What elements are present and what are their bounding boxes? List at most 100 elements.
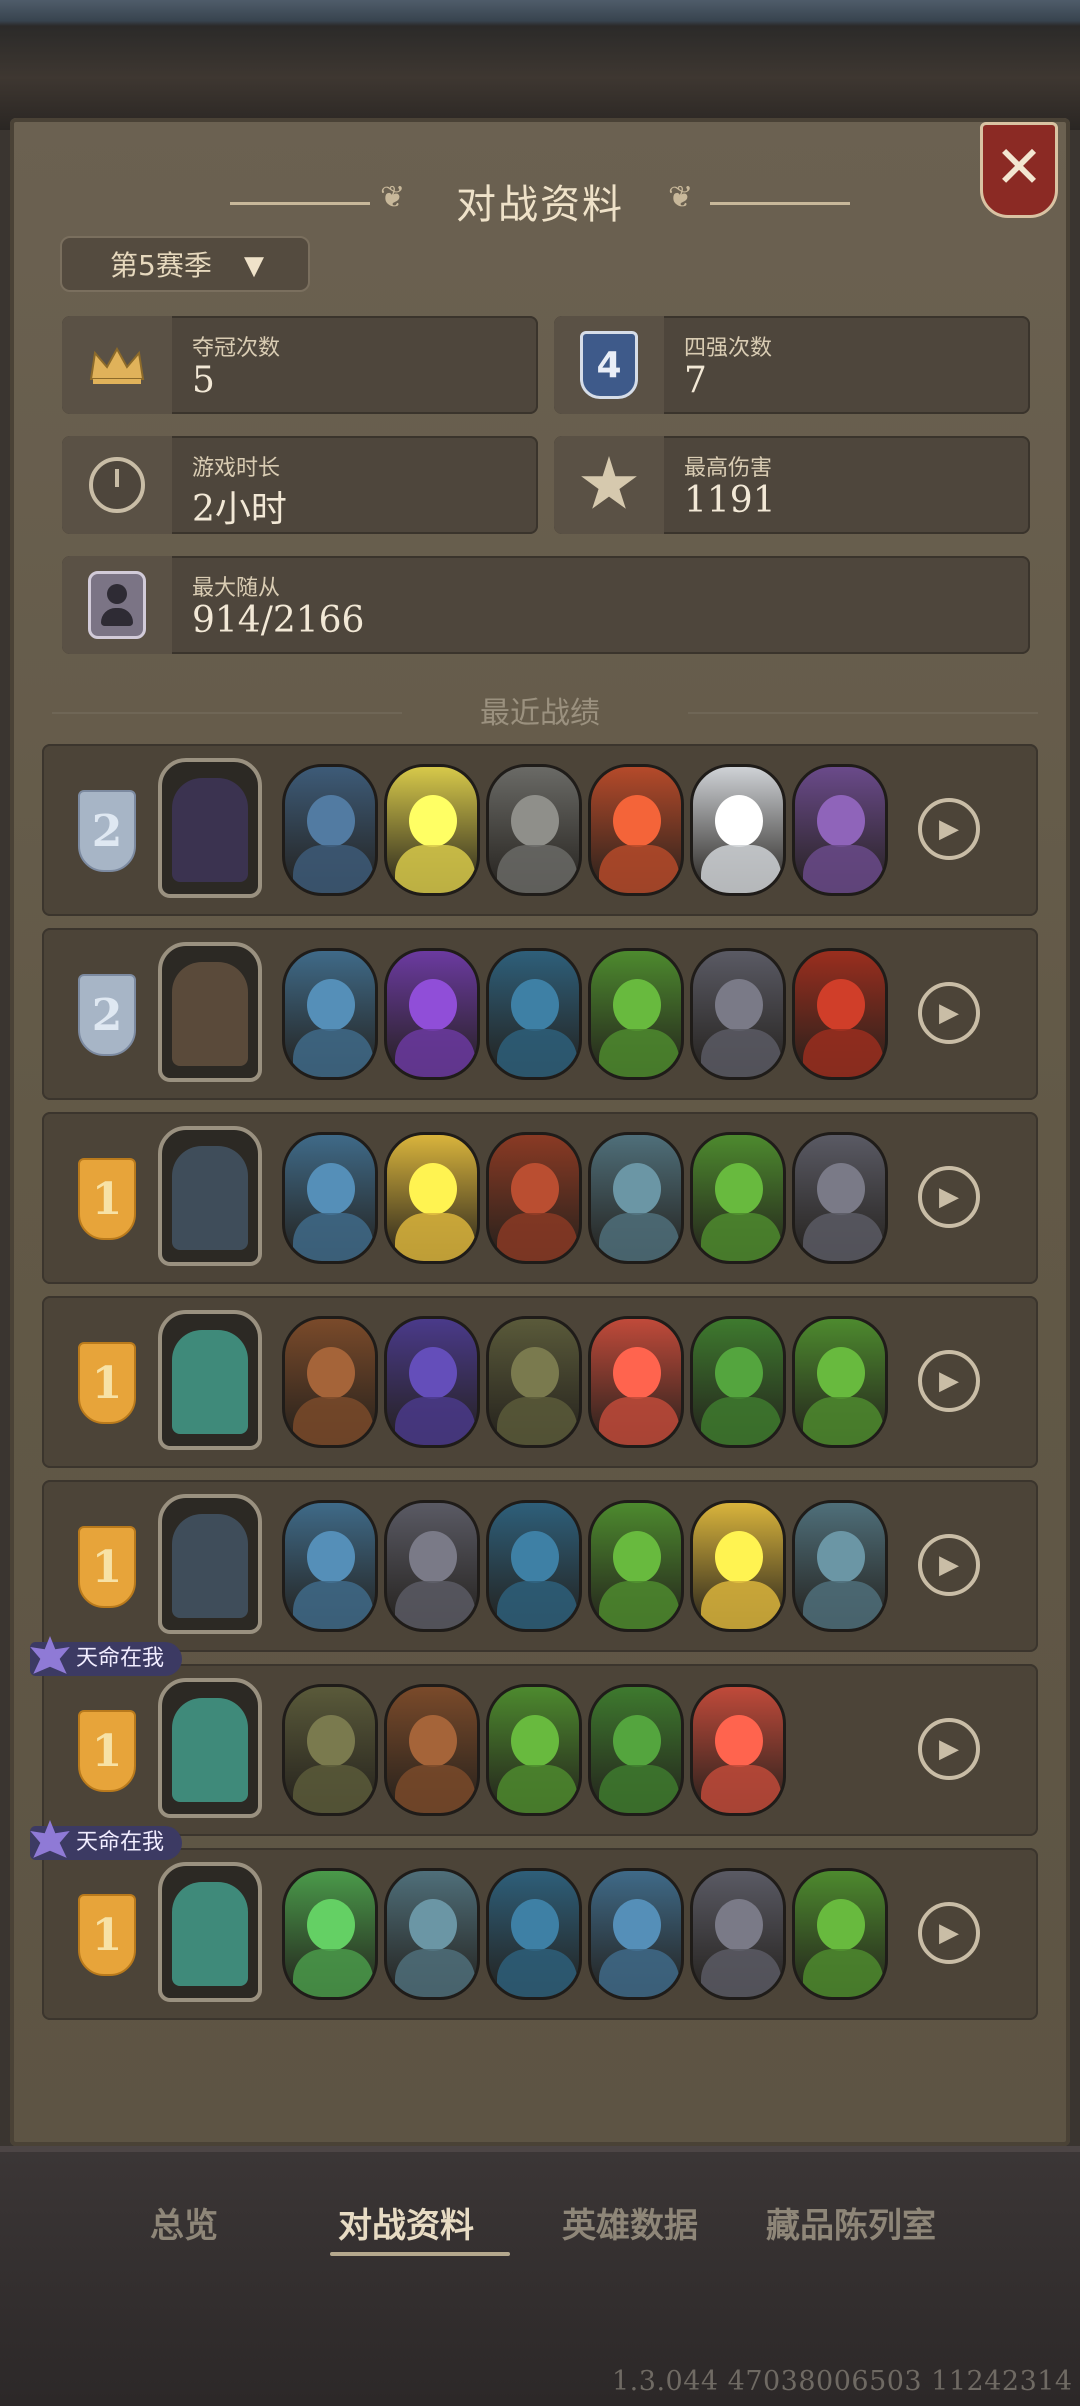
minion-face	[409, 795, 457, 847]
minion-card[interactable]	[690, 1868, 786, 2000]
hero-portrait-image	[172, 1698, 248, 1802]
stat-playtime: 游戏时长 2小时	[62, 436, 538, 534]
minion-card[interactable]	[588, 1316, 684, 1448]
minion-body	[701, 1029, 781, 1077]
hero-portrait[interactable]	[158, 1310, 262, 1450]
rank-badge: 1	[78, 1342, 136, 1424]
minion-card[interactable]	[792, 1500, 888, 1632]
minion-card[interactable]	[282, 948, 378, 1080]
minion-face	[817, 1347, 865, 1399]
minion-card[interactable]	[588, 1684, 684, 1816]
rank-badge: 2	[78, 790, 136, 872]
minion-card[interactable]	[792, 1868, 888, 2000]
minion-card[interactable]	[384, 764, 480, 896]
destiny-tag-label: 天命在我	[76, 1646, 165, 1671]
minion-card[interactable]	[486, 764, 582, 896]
minion-card[interactable]	[792, 1132, 888, 1264]
replay-button[interactable]: ▶	[918, 1902, 980, 1964]
hero-portrait[interactable]	[158, 1862, 262, 2002]
minion-face	[511, 1715, 559, 1767]
minion-card[interactable]	[384, 1316, 480, 1448]
recent-matches-title: 最近战绩	[480, 696, 600, 731]
minion-card[interactable]	[690, 1684, 786, 1816]
minion-card[interactable]	[792, 1316, 888, 1448]
trophy-star-icon	[30, 1636, 70, 1674]
minion-card[interactable]	[792, 948, 888, 1080]
minion-card[interactable]	[486, 1868, 582, 2000]
minion-body	[803, 1213, 883, 1261]
minion-card[interactable]	[690, 1132, 786, 1264]
replay-button[interactable]: ▶	[918, 798, 980, 860]
section-divider-right	[688, 712, 1038, 714]
version-text: 1.3.044 47038006503 11242314	[612, 2366, 1073, 2397]
minion-body	[497, 1949, 577, 1997]
hero-portrait[interactable]	[158, 1494, 262, 1634]
minion-card[interactable]	[588, 1132, 684, 1264]
minion-card[interactable]	[282, 1868, 378, 2000]
hero-portrait[interactable]	[158, 758, 262, 898]
tab-overview[interactable]: 总览	[150, 2198, 218, 2247]
minion-card[interactable]	[486, 948, 582, 1080]
play-icon: ▶	[939, 998, 959, 1028]
match-row: 2 ▶	[42, 928, 1038, 1100]
minion-face	[817, 795, 865, 847]
rank-badge: 1	[78, 1158, 136, 1240]
minion-card[interactable]	[588, 948, 684, 1080]
minion-card[interactable]	[792, 764, 888, 896]
minion-card[interactable]	[690, 764, 786, 896]
tab-hero-data[interactable]: 英雄数据	[562, 2198, 698, 2247]
replay-button[interactable]: ▶	[918, 1718, 980, 1780]
minion-face	[409, 979, 457, 1031]
minion-body	[803, 1029, 883, 1077]
minion-card[interactable]	[486, 1500, 582, 1632]
minion-card[interactable]	[486, 1684, 582, 1816]
minion-card[interactable]	[384, 1500, 480, 1632]
tab-collection-room[interactable]: 藏品陈列室	[766, 2198, 936, 2247]
minion-body	[803, 845, 883, 893]
minion-face	[307, 979, 355, 1031]
stat-champion-value: 5	[192, 360, 215, 401]
minion-face	[715, 1899, 763, 1951]
minion-card[interactable]	[384, 1132, 480, 1264]
minion-card[interactable]	[384, 1868, 480, 2000]
minion-card[interactable]	[690, 1316, 786, 1448]
minion-card[interactable]	[282, 1132, 378, 1264]
minion-face	[409, 1715, 457, 1767]
hero-portrait[interactable]	[158, 1126, 262, 1266]
minion-card[interactable]	[282, 1684, 378, 1816]
minion-face	[511, 1531, 559, 1583]
stat-max-damage-value: 1191	[684, 480, 776, 521]
tab-battle-data[interactable]: 对战资料	[338, 2198, 474, 2247]
minion-face	[613, 1899, 661, 1951]
minion-card[interactable]	[588, 1868, 684, 2000]
minion-card[interactable]	[384, 948, 480, 1080]
minion-body	[803, 1581, 883, 1629]
minion-card[interactable]	[486, 1316, 582, 1448]
minion-body	[497, 1765, 577, 1813]
minion-card[interactable]	[282, 1316, 378, 1448]
replay-button[interactable]: ▶	[918, 1534, 980, 1596]
minion-card[interactable]	[282, 1500, 378, 1632]
minion-card[interactable]	[690, 948, 786, 1080]
destiny-tag: 天命在我	[30, 1820, 183, 1860]
stat-top4: 4 四强次数 7	[554, 316, 1030, 414]
minion-card[interactable]	[588, 764, 684, 896]
replay-button[interactable]: ▶	[918, 982, 980, 1044]
minion-card[interactable]	[282, 764, 378, 896]
minion-face	[817, 1163, 865, 1215]
minion-card[interactable]	[588, 1500, 684, 1632]
season-dropdown[interactable]: 第5赛季 ▼	[60, 236, 310, 292]
minion-card[interactable]	[384, 1684, 480, 1816]
minion-card[interactable]	[690, 1500, 786, 1632]
hero-portrait[interactable]	[158, 942, 262, 1082]
minion-face	[511, 1899, 559, 1951]
stat-champion-label: 夺冠次数	[192, 336, 281, 361]
replay-button[interactable]: ▶	[918, 1350, 980, 1412]
minion-face	[715, 979, 763, 1031]
hero-portrait-image	[172, 1330, 248, 1434]
minion-card[interactable]	[486, 1132, 582, 1264]
hero-portrait[interactable]	[158, 1678, 262, 1818]
minion-face	[409, 1531, 457, 1583]
replay-button[interactable]: ▶	[918, 1166, 980, 1228]
crown-icon	[62, 316, 172, 414]
